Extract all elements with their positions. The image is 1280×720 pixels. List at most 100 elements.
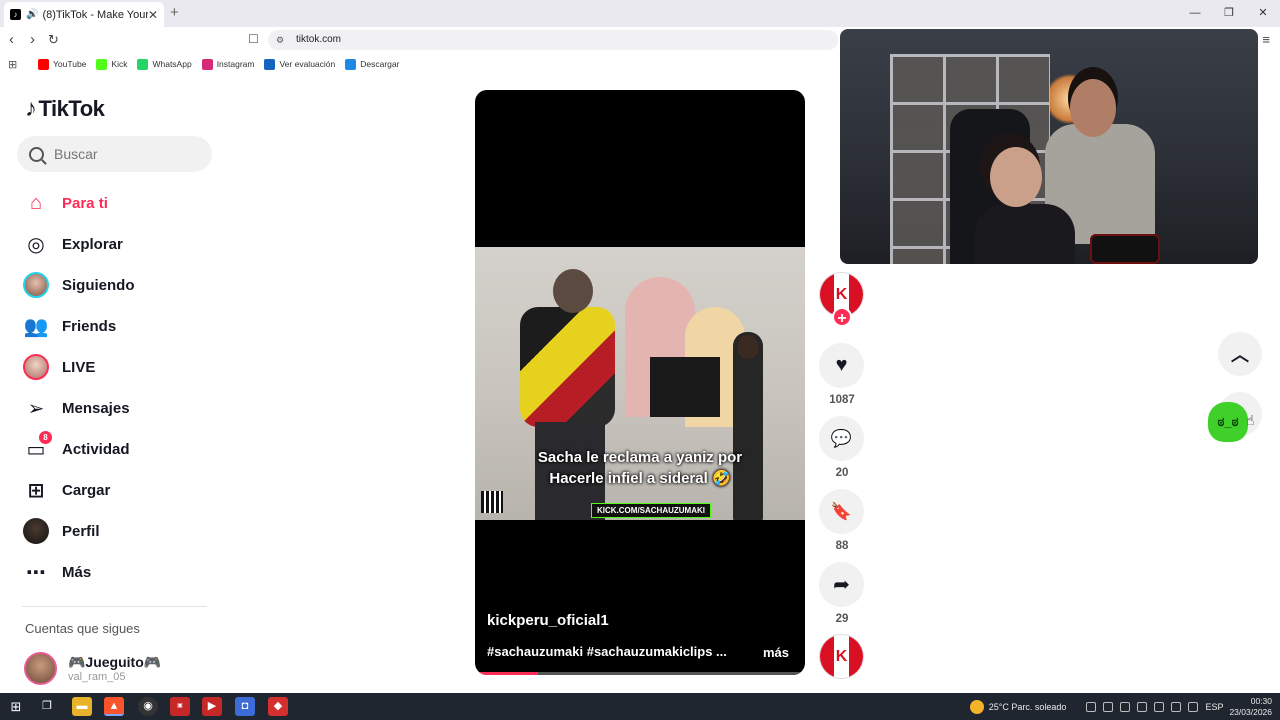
share-arrow-icon: ➦ bbox=[833, 574, 850, 596]
comment-button[interactable]: 💬 bbox=[819, 416, 864, 461]
logo-text: TikTok bbox=[38, 96, 105, 121]
close-tab-icon[interactable]: ✕ bbox=[148, 8, 158, 22]
video-caption: Sacha le reclama a yaniz por Hacerle inf… bbox=[475, 447, 805, 489]
bookmark-item[interactable]: Descargar bbox=[345, 58, 400, 70]
bookmark-item[interactable]: Instagram bbox=[201, 58, 255, 70]
video-author[interactable]: kickperu_oficial1 bbox=[487, 612, 609, 629]
clock-time: 00:30 bbox=[1250, 695, 1272, 706]
webcam-woman-head bbox=[990, 147, 1042, 207]
tray-app-icon[interactable] bbox=[1103, 701, 1114, 712]
capture-app-icon[interactable]: ◆ bbox=[268, 697, 288, 716]
previous-video-button[interactable]: ︿ bbox=[1218, 332, 1262, 376]
caption-line-2: Hacerle infiel a sideral 🤣 bbox=[549, 470, 731, 487]
sidebar-item-live[interactable]: LIVE bbox=[22, 350, 212, 384]
browser-menu-icon[interactable]: ≡ bbox=[1262, 32, 1270, 47]
next-creator-logo: K bbox=[820, 635, 863, 678]
followed-account-handle: val_ram_05 bbox=[68, 671, 126, 683]
green-sticker-icon: ಠ_ಠ bbox=[1208, 402, 1248, 442]
share-button[interactable]: ➦ bbox=[819, 562, 864, 607]
followed-account-item[interactable]: 🎮Jueguito🎮 val_ram_05 bbox=[24, 652, 161, 685]
sidebar-item-más[interactable]: ⋯ Más bbox=[22, 555, 212, 589]
streamer-app-icon[interactable]: ▣ bbox=[170, 697, 190, 716]
browser-tab[interactable]: ♪ 🔊 (8)TikTok - Make Your Day ✕ bbox=[4, 2, 164, 27]
tray-app-icon[interactable] bbox=[1086, 701, 1097, 712]
sidebar-item-mensajes[interactable]: ➢ Mensajes bbox=[22, 391, 212, 425]
upload-icon: ⊞ bbox=[27, 479, 45, 502]
weather-widget[interactable]: 25°C Parc. soleado bbox=[969, 699, 1067, 714]
forward-icon[interactable]: › bbox=[30, 31, 35, 48]
sidebar-item-label: Actividad bbox=[62, 440, 130, 458]
more-link[interactable]: más bbox=[763, 645, 789, 660]
sidebar-item-label: Mensajes bbox=[62, 399, 130, 417]
qr-code-icon bbox=[481, 491, 503, 513]
windows-start-icon[interactable]: ⊞ bbox=[6, 697, 26, 716]
caption-line-1: Sacha le reclama a yaniz por bbox=[537, 449, 743, 466]
bookmark-label: Ver evaluación bbox=[279, 59, 336, 69]
sidebar-item-para-ti[interactable]: ⌂ Para ti bbox=[22, 186, 212, 220]
clock[interactable]: 00:30 23/03/2026 bbox=[1229, 696, 1272, 718]
sidebar-item-friends[interactable]: 👥 Friends bbox=[22, 309, 212, 343]
back-icon[interactable]: ‹ bbox=[9, 31, 14, 48]
search-input[interactable] bbox=[54, 146, 194, 162]
bookmark-item[interactable]: WhatsApp bbox=[137, 58, 192, 70]
tab-title: (8)TikTok - Make Your Day bbox=[42, 8, 148, 21]
bookmark-favicon-icon bbox=[201, 58, 213, 70]
bookmark-favicon-icon bbox=[137, 58, 149, 70]
sidebar-item-explorar[interactable]: ◎ Explorar bbox=[22, 227, 212, 261]
hand-cursor-icon: ☝ bbox=[1246, 412, 1255, 428]
save-button[interactable]: 🔖 bbox=[819, 489, 864, 534]
media-app-icon[interactable]: ▶ bbox=[202, 697, 222, 716]
sidebar-item-label: Friends bbox=[62, 317, 117, 335]
chat-app-icon[interactable]: ◘ bbox=[235, 697, 255, 716]
sidebar-item-perfil[interactable]: Perfil bbox=[22, 514, 212, 548]
tiktok-logo[interactable]: ♪ TikTok bbox=[25, 95, 105, 123]
maximize-icon[interactable]: ❐ bbox=[1212, 0, 1246, 27]
chevron-up-icon: ︿ bbox=[1231, 345, 1249, 365]
scene-woman-head bbox=[737, 335, 759, 359]
following-avatar-icon bbox=[22, 271, 50, 299]
sidebar-item-siguiendo[interactable]: Siguiendo bbox=[22, 268, 212, 302]
tiktok-favicon-icon: ♪ bbox=[10, 9, 21, 20]
tray-app-icon[interactable] bbox=[1154, 701, 1165, 712]
search-box[interactable] bbox=[17, 136, 212, 172]
window-controls: — ❐ ✕ bbox=[1178, 0, 1280, 27]
audio-playing-icon[interactable]: 🔊 bbox=[26, 9, 38, 20]
volume-icon[interactable] bbox=[1188, 701, 1199, 712]
bookmark-favicon-icon bbox=[96, 58, 108, 70]
close-window-icon[interactable]: ✕ bbox=[1246, 0, 1280, 27]
new-tab-button[interactable]: + bbox=[170, 4, 179, 21]
bookmark-item[interactable]: YouTube bbox=[38, 58, 86, 70]
wifi-icon[interactable] bbox=[1171, 701, 1182, 712]
weather-text: 25°C Parc. soleado bbox=[988, 701, 1067, 712]
sidebar-item-label: Cargar bbox=[62, 481, 111, 499]
like-count: 1087 bbox=[829, 394, 855, 406]
video-description[interactable]: #sachauzumaki #sachauzumakiclips ... bbox=[487, 644, 727, 659]
language-indicator[interactable]: ESP bbox=[1205, 702, 1223, 712]
sidebar-item-cargar[interactable]: ⊞ Cargar bbox=[22, 473, 212, 507]
reload-icon[interactable]: ↻ bbox=[48, 32, 59, 48]
tray-app-icon[interactable] bbox=[1137, 701, 1148, 712]
search-icon bbox=[29, 146, 44, 162]
bookmark-page-icon[interactable]: ☐ bbox=[248, 32, 259, 46]
brave-browser-icon[interactable]: ▲ bbox=[104, 697, 124, 716]
next-creator-avatar[interactable]: K bbox=[819, 634, 864, 679]
sidebar-item-actividad[interactable]: ▭ 8 Actividad bbox=[22, 431, 212, 466]
site-info-icon[interactable]: ⚙ bbox=[276, 30, 284, 50]
url-field[interactable]: ⚙ tiktok.com bbox=[268, 30, 838, 50]
minimize-icon[interactable]: — bbox=[1178, 0, 1212, 27]
file-explorer-icon[interactable]: ▬ bbox=[72, 697, 92, 716]
notification-badge: 8 bbox=[39, 431, 52, 444]
video-player[interactable]: Sacha le reclama a yaniz por Hacerle inf… bbox=[475, 90, 805, 675]
follow-button[interactable]: + bbox=[832, 307, 852, 327]
bookmark-label: Descargar bbox=[360, 59, 400, 69]
bookmark-item[interactable]: Ver evaluación bbox=[264, 58, 336, 70]
share-count: 29 bbox=[835, 613, 849, 625]
bookmark-item[interactable]: Kick bbox=[96, 58, 127, 70]
obs-icon[interactable]: ◉ bbox=[138, 697, 158, 716]
followed-account-avatar bbox=[24, 652, 57, 685]
bookmark-label: Instagram bbox=[216, 59, 255, 69]
task-view-icon[interactable]: ❐ bbox=[37, 697, 57, 716]
apps-grid-icon[interactable]: ⊞ bbox=[8, 58, 20, 71]
like-button[interactable]: ♥ bbox=[819, 343, 864, 388]
tray-app-icon[interactable] bbox=[1120, 701, 1131, 712]
